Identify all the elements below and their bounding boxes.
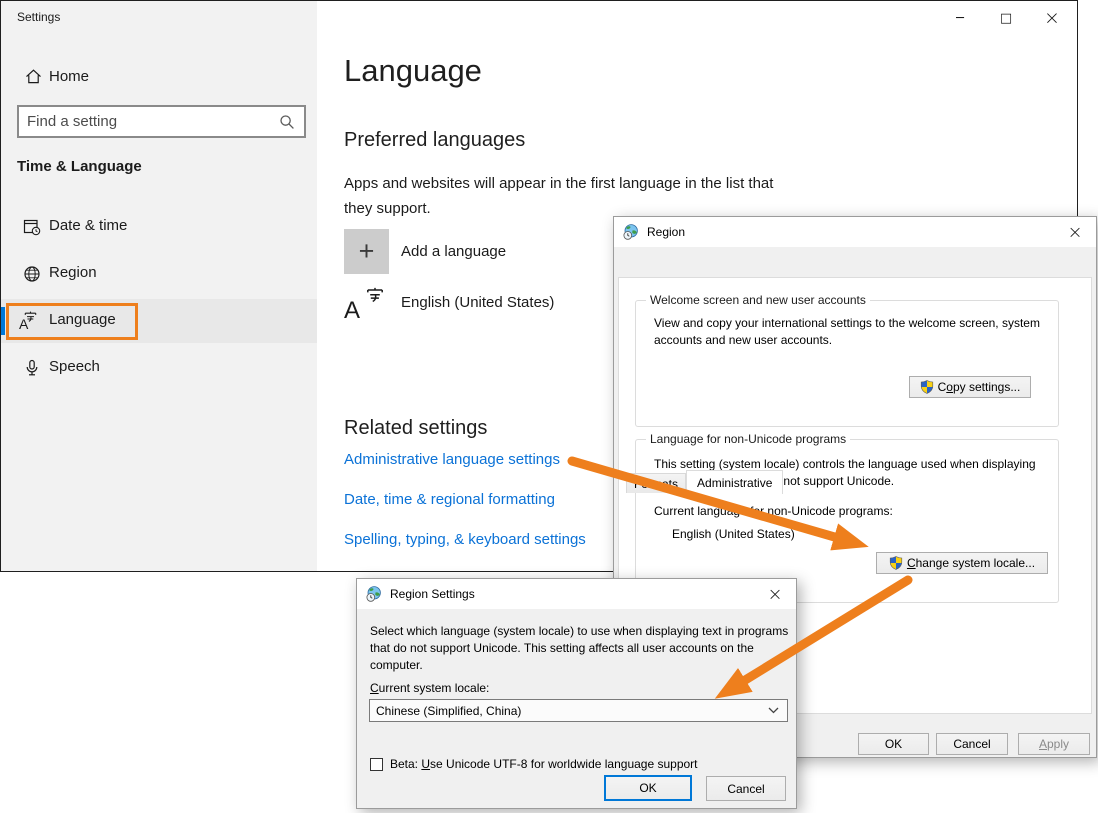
add-language-label: Add a language [401,243,506,260]
current-language-label: Current language for non-Unicode program… [654,503,893,520]
welcome-screen-group-title: Welcome screen and new user accounts [646,293,870,307]
settings-sidebar: Settings Home Time & Language Date & tim… [1,1,317,571]
region-settings-ok-button[interactable]: OK [604,775,692,801]
sidebar-item-speech[interactable]: Speech [1,346,317,390]
sidebar-item-label: Region [49,264,97,281]
minimize-button[interactable]: ─ [937,1,983,35]
language-list-item[interactable]: English (United States) [401,294,554,311]
link-administrative-language-settings[interactable]: Administrative language settings [344,451,560,468]
search-box[interactable] [17,105,306,138]
region-settings-titlebar: Region Settings × [357,579,796,609]
copy-settings-button[interactable]: Copy settings... [909,376,1031,398]
selected-accent-bar [1,307,5,335]
preferred-languages-description: Apps and websites will appear in the fir… [344,171,804,221]
region-icon [23,265,41,283]
add-language-button[interactable]: + [344,229,389,274]
welcome-screen-description: View and copy your international setting… [654,315,1052,349]
welcome-screen-group: Welcome screen and new user accounts Vie… [635,300,1059,427]
preferred-languages-heading: Preferred languages [344,129,525,152]
sidebar-item-label: Speech [49,358,100,375]
maximize-button[interactable]: □ [983,1,1029,35]
region-apply-button: Apply [1018,733,1090,755]
search-icon[interactable] [279,114,295,130]
sidebar-item-label: Language [49,311,116,328]
system-locale-value: Chinese (Simplified, China) [370,704,768,718]
region-settings-cancel-button[interactable]: Cancel [706,776,786,801]
window-controls: ─ □ × [937,1,1075,35]
region-dialog-titlebar: Region × [614,217,1096,247]
home-icon [25,68,42,90]
search-input[interactable] [19,113,279,130]
language-icon: A [19,312,37,330]
system-locale-dropdown[interactable]: Chinese (Simplified, China) [369,699,788,722]
sidebar-item-region[interactable]: Region [1,252,317,296]
region-settings-dialog-icon [366,586,382,605]
page-title: Language [344,53,482,89]
uac-shield-icon [920,380,934,394]
plus-icon: + [359,236,375,267]
region-dialog-close-icon[interactable]: × [1054,217,1096,247]
chevron-down-icon [768,707,779,714]
region-dialog-title: Region [647,225,685,239]
region-dialog-tabs: Formats Administrative [626,470,783,493]
current-system-locale-label: Current system locale: [370,680,489,697]
utf8-beta-label[interactable]: Beta: Use Unicode UTF-8 for worldwide la… [390,757,698,771]
sidebar-home-label: Home [49,68,89,85]
close-button[interactable]: × [1029,1,1075,35]
speech-icon [23,359,41,377]
date-time-icon [23,218,41,236]
sidebar-section-title: Time & Language [17,158,142,175]
region-cancel-button[interactable]: Cancel [936,733,1008,755]
link-spelling-typing-keyboard[interactable]: Spelling, typing, & keyboard settings [344,531,586,548]
uac-shield-icon [889,556,903,570]
current-language-value: English (United States) [672,526,795,543]
sidebar-item-home[interactable]: Home [1,59,317,99]
link-date-time-regional-formatting[interactable]: Date, time & regional formatting [344,491,555,508]
utf8-beta-checkbox[interactable] [370,758,383,771]
change-system-locale-button[interactable]: Change system locale... [876,552,1048,574]
region-settings-title: Region Settings [390,587,475,601]
sidebar-item-language[interactable]: A Language [1,299,317,343]
related-settings-heading: Related settings [344,417,487,440]
region-settings-dialog: Region Settings × Select which language … [356,578,797,809]
sidebar-item-date-time[interactable]: Date & time [1,205,317,249]
region-dialog-icon [623,224,639,243]
region-settings-close-icon[interactable]: × [754,579,796,609]
window-title: Settings [17,10,60,24]
region-ok-button[interactable]: OK [858,733,929,755]
tab-formats[interactable]: Formats [626,473,686,493]
language-glyph-icon: A [344,287,384,328]
region-settings-description: Select which language (system locale) to… [370,623,794,674]
tab-administrative[interactable]: Administrative [686,470,783,494]
sidebar-item-label: Date & time [49,217,127,234]
non-unicode-group-title: Language for non-Unicode programs [646,432,850,446]
